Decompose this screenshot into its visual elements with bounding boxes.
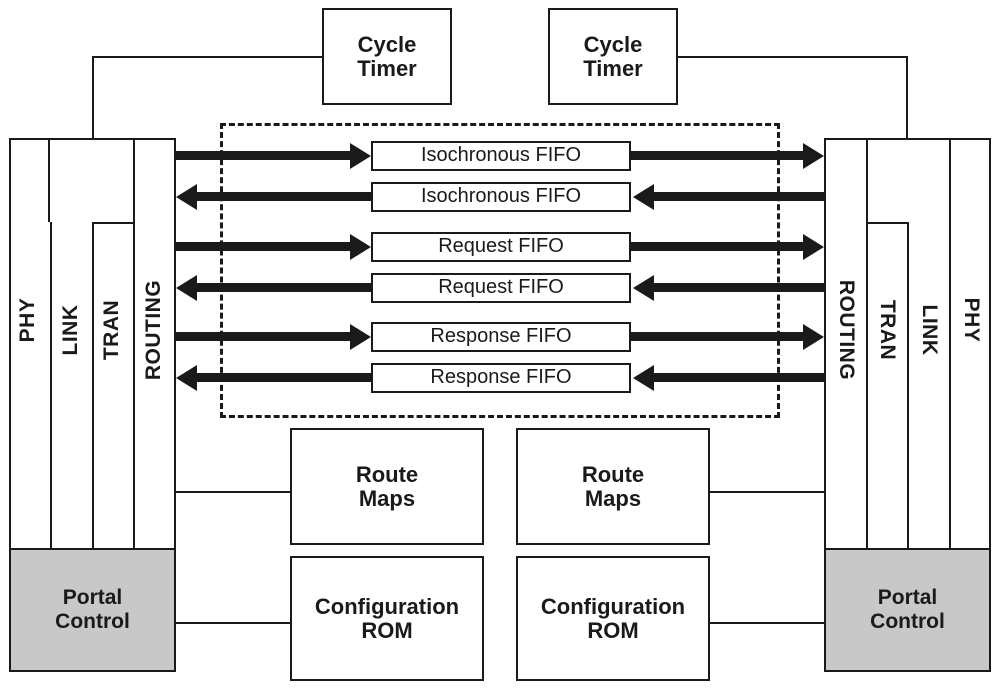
right-link-label: LINK (918, 304, 941, 356)
right-phy-label: PHY (960, 297, 983, 343)
cycle-timer-left-line2: Timer (357, 55, 417, 81)
arrow-fifo-req-2-out (196, 283, 371, 292)
config-rom-left-line1: Configuration (314, 593, 460, 619)
arrow-fifo-resp-2-in (653, 373, 824, 382)
connector-cycle-timer-left-h (92, 56, 323, 58)
arrow-fifo-req-1-in (174, 242, 351, 251)
left-phy-label: PHY (16, 297, 39, 343)
left-tran-top-edge (92, 222, 135, 224)
config-rom-right-line2: ROM (587, 617, 639, 643)
connector-cycle-timer-right-h (677, 56, 908, 58)
right-divider-link-phy-upper (949, 138, 951, 222)
config-rom-right: Configuration ROM (516, 556, 710, 681)
route-maps-right-line1: Route (581, 461, 645, 487)
left-divider-phy-link-lower (50, 222, 52, 550)
arrow-fifo-iso-1-out (631, 151, 804, 160)
fifo-req-1: Request FIFO (371, 232, 631, 262)
connector-cycle-timer-left-v (92, 56, 94, 140)
arrow-fifo-resp-1-in (174, 332, 351, 341)
left-portal-control: Portal Control (9, 548, 176, 672)
right-divider-tran-link (907, 222, 909, 550)
left-link-label: LINK (59, 304, 82, 356)
route-maps-left-line1: Route (355, 461, 419, 487)
right-portal-control: Portal Control (824, 548, 991, 672)
fifo-iso-2: Isochronous FIFO (371, 182, 631, 212)
route-maps-left: Route Maps (290, 428, 484, 545)
arrow-fifo-iso-2-out (196, 192, 371, 201)
right-portal-line1: Portal (877, 586, 938, 610)
right-divider-link-phy (949, 222, 951, 550)
route-maps-left-line2: Maps (358, 485, 416, 511)
left-divider-phy-link (48, 138, 50, 222)
arrow-fifo-resp-2-out (196, 373, 371, 382)
cycle-timer-right-box: Cycle Timer (548, 8, 678, 105)
right-portal-line2: Control (870, 610, 945, 633)
connector-route-maps-left (174, 491, 292, 493)
fifo-iso-1: Isochronous FIFO (371, 141, 631, 171)
connector-config-rom-right (708, 622, 826, 624)
config-rom-left-line2: ROM (361, 617, 413, 643)
config-rom-right-line1: Configuration (540, 593, 686, 619)
arrow-fifo-req-2-in (653, 283, 824, 292)
left-portal-line1: Portal (62, 586, 123, 610)
block-diagram: Cycle Timer Cycle Timer PHY LINK TRAN RO… (0, 0, 1000, 689)
fifo-req-2: Request FIFO (371, 273, 631, 303)
arrow-fifo-iso-1-in (174, 151, 351, 160)
right-routing-label: ROUTING (835, 279, 858, 381)
connector-config-rom-left (174, 622, 292, 624)
cycle-timer-right-line2: Timer (583, 55, 643, 81)
left-tran-label: TRAN (100, 299, 123, 361)
left-portal-line2: Control (55, 610, 130, 633)
arrow-fifo-req-1-out (631, 242, 804, 251)
left-divider-link-tran (92, 222, 94, 550)
left-routing-label: ROUTING (142, 279, 165, 381)
cycle-timer-left-line1: Cycle (357, 31, 417, 57)
connector-route-maps-right (708, 491, 826, 493)
connector-cycle-timer-right-v (906, 56, 908, 140)
fifo-resp-2: Response FIFO (371, 363, 631, 393)
config-rom-left: Configuration ROM (290, 556, 484, 681)
fifo-resp-1: Response FIFO (371, 322, 631, 352)
arrow-fifo-resp-1-out (631, 332, 804, 341)
right-tran-top-edge (866, 222, 909, 224)
route-maps-right: Route Maps (516, 428, 710, 545)
route-maps-right-line2: Maps (584, 485, 642, 511)
right-tran-label: TRAN (876, 299, 899, 361)
cycle-timer-right-line1: Cycle (583, 31, 643, 57)
cycle-timer-left-box: Cycle Timer (322, 8, 452, 105)
arrow-fifo-iso-2-in (653, 192, 824, 201)
